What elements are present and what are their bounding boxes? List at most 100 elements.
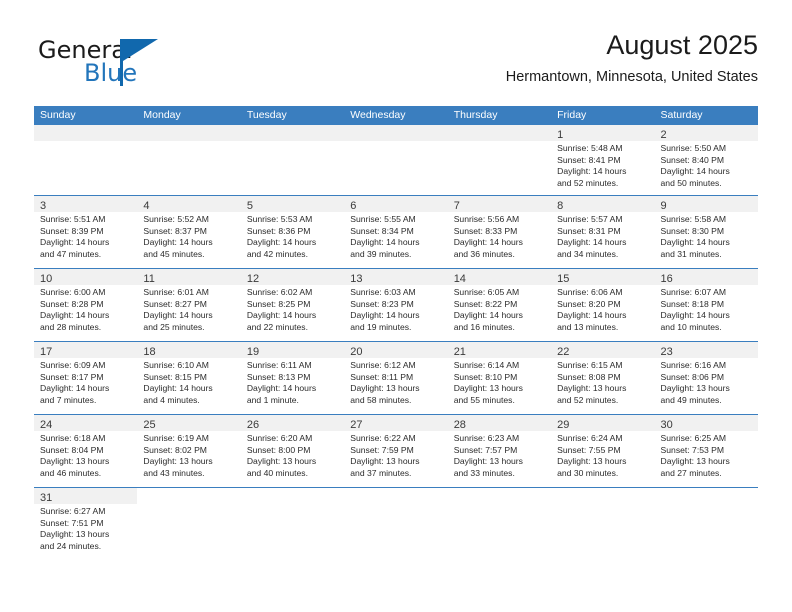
day-number: 22: [557, 346, 570, 358]
day-cell-9[interactable]: 9 Sunrise: 5:58 AM Sunset: 8:30 PM Daylight…: [654, 196, 758, 268]
day-cell-20[interactable]: 20 Sunrise: 6:12 AM Sunset: 8:11 PM Dayligh…: [344, 342, 448, 414]
daylight-text-line1: Daylight: 13 hours: [246, 456, 317, 467]
daylight-text-line2: and 1 minute.: [246, 394, 299, 405]
day-cell-26[interactable]: 26 Sunrise: 6:20 AM Sunset: 8:00 PM Dayligh…: [240, 415, 345, 487]
daylight-text-line1: Daylight: 14 hours: [143, 383, 213, 394]
daylight-text-line1: Daylight: 14 hours: [246, 310, 317, 321]
daylight-text-line2: and 36 minutes.: [453, 248, 515, 259]
daylight-text-line2: and 25 minutes.: [143, 321, 205, 332]
day-details: Sunrise: 6:05 AM Sunset: 8:22 PM Daylight:…: [448, 285, 551, 333]
day-cell-10[interactable]: 10 Sunrise: 6:00 AM Sunset: 8:28 PM Dayligh…: [34, 269, 138, 341]
day-cell-14[interactable]: 14 Sunrise: 6:05 AM Sunset: 8:22 PM Dayligh…: [447, 269, 552, 341]
day-details: Sunrise: 5:51 AM Sunset: 8:39 PM Daylight:…: [34, 212, 137, 260]
day-number-band: 6: [344, 196, 448, 212]
day-details: Sunrise: 5:50 AM Sunset: 8:40 PM Daylight:…: [655, 141, 758, 189]
day-cell-8[interactable]: 8 Sunrise: 5:57 AM Sunset: 8:31 PM Daylight…: [551, 196, 655, 268]
day-cell-21[interactable]: 21 Sunrise: 6:14 AM Sunset: 8:10 PM Dayligh…: [447, 342, 552, 414]
day-cell-empty: [344, 125, 448, 195]
day-number-band: 9: [654, 196, 758, 212]
daylight-text-line2: and 46 minutes.: [40, 467, 102, 478]
day-number: 23: [660, 346, 673, 358]
daylight-text-line2: and 13 minutes.: [557, 321, 619, 332]
day-number-band: 18: [137, 342, 241, 358]
sunrise-text: Sunrise: 6:23 AM: [453, 433, 520, 443]
sunrise-text: Sunrise: 6:27 AM: [40, 506, 106, 516]
day-cell-16[interactable]: 16 Sunrise: 6:07 AM Sunset: 8:18 PM Dayligh…: [654, 269, 758, 341]
day-cell-28[interactable]: 28 Sunrise: 6:23 AM Sunset: 7:57 PM Dayligh…: [447, 415, 552, 487]
calendar-page: General Blue August 2025 Hermantown, Min…: [0, 0, 792, 612]
day-cell-13[interactable]: 13 Sunrise: 6:03 AM Sunset: 8:23 PM Dayligh…: [344, 269, 448, 341]
daylight-text-line1: Daylight: 13 hours: [143, 456, 213, 467]
daylight-text-line1: Daylight: 14 hours: [557, 237, 627, 248]
daylight-text-line2: and 50 minutes.: [660, 177, 722, 188]
day-details: Sunrise: 6:12 AM Sunset: 8:11 PM Daylight:…: [344, 358, 447, 406]
day-cell-11[interactable]: 11 Sunrise: 6:01 AM Sunset: 8:27 PM Dayligh…: [137, 269, 241, 341]
day-number: 25: [143, 419, 156, 431]
day-cell-29[interactable]: 29 Sunrise: 6:24 AM Sunset: 7:55 PM Dayligh…: [551, 415, 655, 487]
day-number-band: 8: [551, 196, 655, 212]
day-cell-17[interactable]: 17 Sunrise: 6:09 AM Sunset: 8:17 PM Dayligh…: [34, 342, 138, 414]
sunrise-text: Sunrise: 6:02 AM: [246, 287, 313, 297]
day-number: 20: [350, 346, 363, 358]
sunrise-text: Sunrise: 6:15 AM: [557, 360, 623, 370]
day-cell-25[interactable]: 25 Sunrise: 6:19 AM Sunset: 8:02 PM Dayligh…: [137, 415, 241, 487]
day-number: 2: [660, 129, 667, 141]
day-number-band: 14: [447, 269, 552, 285]
day-cell-2[interactable]: 2 Sunrise: 5:50 AM Sunset: 8:40 PM Daylight…: [654, 125, 758, 195]
day-details: Sunrise: 6:18 AM Sunset: 8:04 PM Daylight:…: [34, 431, 137, 479]
day-details: Sunrise: 5:52 AM Sunset: 8:37 PM Daylight:…: [137, 212, 240, 260]
day-cell-6[interactable]: 6 Sunrise: 5:55 AM Sunset: 8:34 PM Daylight…: [344, 196, 448, 268]
day-number: 7: [453, 200, 460, 212]
day-number-band: 26: [240, 415, 345, 431]
day-number: 14: [453, 273, 466, 285]
day-details: Sunrise: 6:07 AM Sunset: 8:18 PM Daylight:…: [655, 285, 758, 333]
daylight-text-line2: and 55 minutes.: [453, 394, 515, 405]
daylight-text-line1: Daylight: 14 hours: [350, 310, 420, 321]
day-number-band: 23: [654, 342, 758, 358]
day-cell-27[interactable]: 27 Sunrise: 6:22 AM Sunset: 7:59 PM Dayligh…: [344, 415, 448, 487]
day-cell-22[interactable]: 22 Sunrise: 6:15 AM Sunset: 8:08 PM Dayligh…: [551, 342, 655, 414]
day-details: Sunrise: 6:27 AM Sunset: 7:51 PM Daylight:…: [34, 504, 137, 552]
sunset-text: Sunset: 8:37 PM: [143, 225, 207, 236]
sunrise-text: Sunrise: 6:16 AM: [660, 360, 726, 370]
sunrise-text: Sunrise: 6:22 AM: [350, 433, 416, 443]
day-cell-1[interactable]: 1 Sunrise: 5:48 AM Sunset: 8:41 PM Daylight…: [551, 125, 655, 195]
daylight-text-line1: Daylight: 14 hours: [453, 237, 523, 248]
day-number: 26: [246, 419, 260, 431]
day-cell-24[interactable]: 24 Sunrise: 6:18 AM Sunset: 8:04 PM Dayligh…: [34, 415, 138, 487]
day-cell-empty: [241, 488, 344, 562]
sunset-text: Sunset: 7:57 PM: [453, 444, 518, 455]
day-details: Sunrise: 6:24 AM Sunset: 7:55 PM Daylight:…: [551, 431, 654, 479]
daylight-text-line1: Daylight: 13 hours: [350, 383, 420, 394]
sunrise-text: Sunrise: 5:55 AM: [350, 214, 416, 224]
day-cell-23[interactable]: 23 Sunrise: 6:16 AM Sunset: 8:06 PM Dayligh…: [654, 342, 758, 414]
daylight-text-line1: Daylight: 14 hours: [143, 237, 213, 248]
day-cell-3[interactable]: 3 Sunrise: 5:51 AM Sunset: 8:39 PM Daylight…: [34, 196, 138, 268]
day-details: Sunrise: 6:25 AM Sunset: 7:53 PM Daylight:…: [655, 431, 758, 479]
day-cell-19[interactable]: 19 Sunrise: 6:11 AM Sunset: 8:13 PM Dayligh…: [240, 342, 345, 414]
day-cell-5[interactable]: 5 Sunrise: 5:53 AM Sunset: 8:36 PM Daylight…: [240, 196, 345, 268]
day-cell-12[interactable]: 12 Sunrise: 6:02 AM Sunset: 8:25 PM Dayligh…: [240, 269, 345, 341]
daylight-text-line2: and 28 minutes.: [40, 321, 102, 332]
sunset-text: Sunset: 8:00 PM: [246, 444, 311, 455]
day-cell-30[interactable]: 30 Sunrise: 6:25 AM Sunset: 7:53 PM Dayligh…: [654, 415, 758, 487]
day-cell-18[interactable]: 18 Sunrise: 6:10 AM Sunset: 8:15 PM Dayligh…: [137, 342, 241, 414]
day-cell-31[interactable]: 31 Sunrise: 6:27 AM Sunset: 7:51 PM Dayligh…: [34, 488, 138, 562]
sunset-text: Sunset: 8:39 PM: [40, 225, 104, 236]
day-number-band: 1: [551, 125, 655, 141]
brand-logo[interactable]: General Blue: [34, 34, 254, 90]
daylight-text-line1: Daylight: 14 hours: [660, 166, 730, 177]
day-cell-4[interactable]: 4 Sunrise: 5:52 AM Sunset: 8:37 PM Daylight…: [137, 196, 241, 268]
day-number: 28: [453, 419, 466, 431]
day-cell-empty: [344, 488, 447, 562]
day-number: 30: [660, 419, 673, 431]
day-cell-empty: [137, 125, 241, 195]
sunset-text: Sunset: 8:28 PM: [40, 298, 104, 309]
day-cell-15[interactable]: 15 Sunrise: 6:06 AM Sunset: 8:20 PM Dayligh…: [551, 269, 655, 341]
day-number-band: 2: [654, 125, 758, 141]
day-cell-7[interactable]: 7 Sunrise: 5:56 AM Sunset: 8:33 PM Daylight…: [447, 196, 552, 268]
day-number-band: 24: [34, 415, 138, 431]
day-details: Sunrise: 6:02 AM Sunset: 8:25 PM Daylight:…: [241, 285, 344, 333]
day-details: Sunrise: 6:06 AM Sunset: 8:20 PM Daylight:…: [551, 285, 654, 333]
calendar-week-row: 31 Sunrise: 6:27 AM Sunset: 7:51 PM Dayligh…: [34, 487, 758, 562]
